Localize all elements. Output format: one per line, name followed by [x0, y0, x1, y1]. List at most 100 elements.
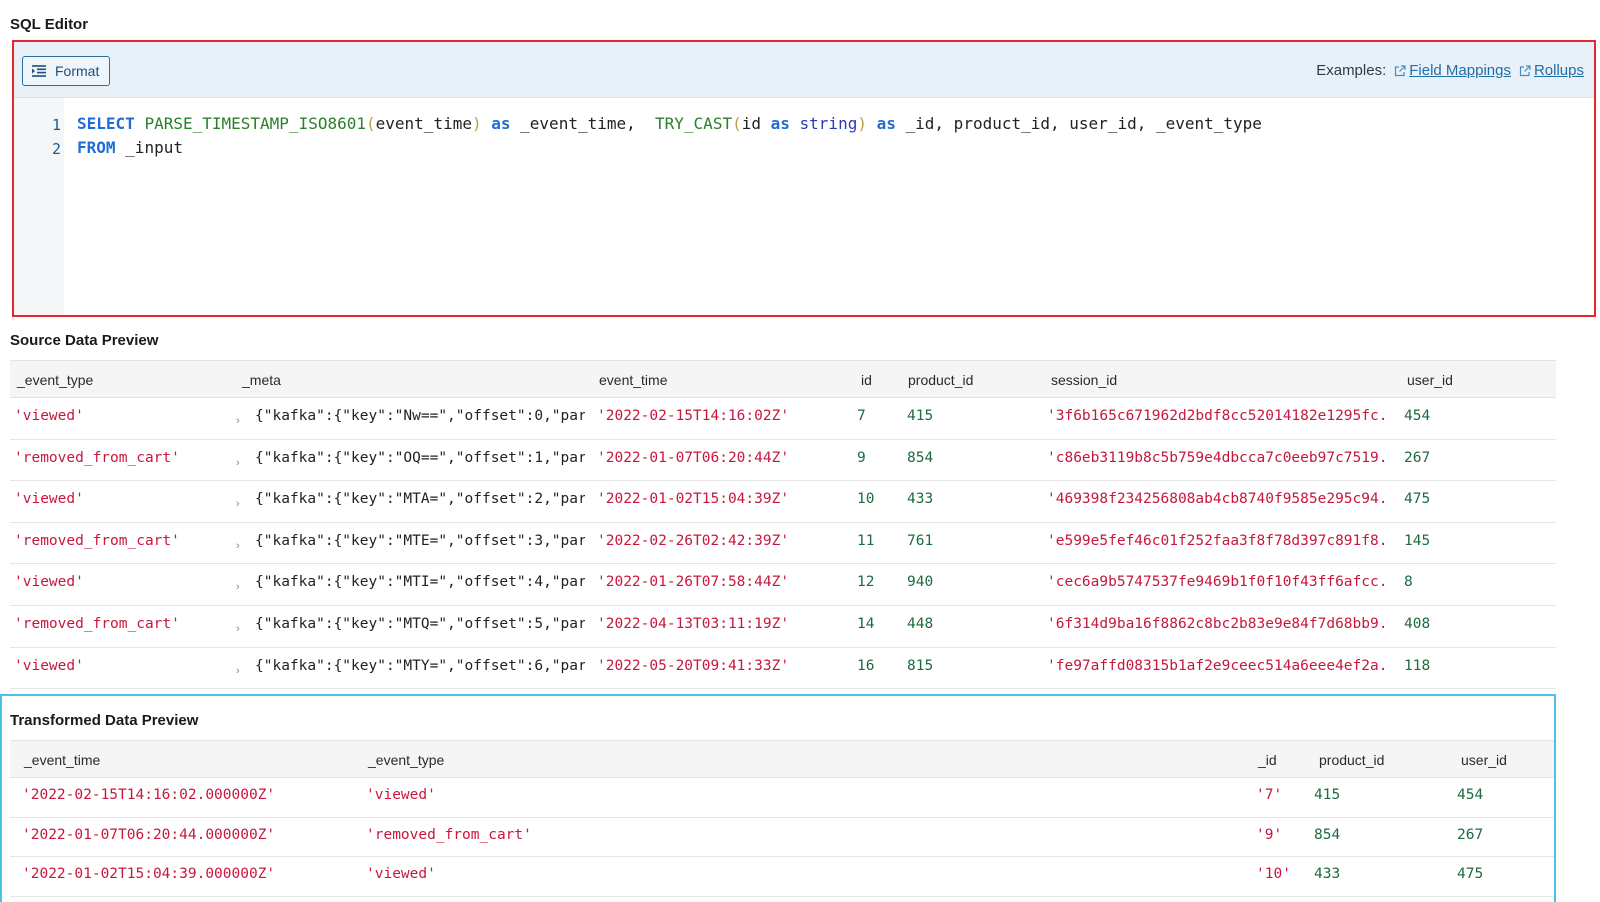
table-cell: 16	[857, 657, 875, 674]
identifier: _event_time,	[520, 114, 656, 133]
rollups-link[interactable]: Rollups	[1519, 62, 1584, 79]
column-header[interactable]: product_id	[1319, 752, 1384, 768]
external-link-icon	[1519, 64, 1531, 76]
column-header[interactable]: _event_type	[17, 372, 93, 388]
table-header: _event_time _event_type _id product_id u…	[10, 740, 1554, 778]
table-cell: 475	[1457, 866, 1484, 882]
table-cell: 454	[1457, 787, 1484, 803]
code-line-2[interactable]: FROM _input	[77, 138, 183, 157]
rollups-label: Rollups	[1533, 62, 1584, 79]
sql-editor-title: SQL Editor	[10, 16, 89, 33]
expand-chevron-icon[interactable]: ›	[236, 623, 240, 635]
transformed-preview-panel: Transformed Data Preview _event_time _ev…	[0, 694, 1556, 902]
table-cell: {"kafka":{"key":"MTQ=","offset":5,"par..…	[255, 616, 585, 632]
table-cell: {"kafka":{"key":"MTY=","offset":6,"par..…	[255, 657, 585, 674]
table-cell: 'fe97affd08315b1af2e9ceec514a6eee4ef2a..…	[1047, 657, 1390, 674]
table-cell: '2022-02-15T14:16:02Z'	[597, 408, 790, 424]
table-row[interactable]: '2022-02-15T14:16:02.000000Z' 'viewed' '7'…	[10, 778, 1554, 818]
column-header[interactable]: _event_type	[368, 752, 444, 768]
expand-chevron-icon[interactable]: ›	[236, 457, 240, 469]
external-link-icon	[1395, 64, 1406, 76]
table-cell: 'removed_from_cart'	[366, 826, 532, 843]
table-cell: 'viewed'	[14, 657, 84, 674]
table-cell: {"kafka":{"key":"MTE=","offset":3,"par..…	[255, 532, 585, 549]
transformed-data-table: _event_time _event_type _id product_id u…	[10, 740, 1554, 902]
column-header[interactable]: _event_time	[24, 752, 100, 768]
table-cell: 415	[1314, 787, 1341, 803]
column-header[interactable]: _id	[1258, 752, 1277, 768]
examples: Examples: Field Mappings Rollups	[1316, 62, 1584, 79]
table-cell: 448	[907, 616, 934, 632]
table-cell: 'removed_from_cart'	[14, 616, 180, 632]
table-cell: '2022-01-07T06:20:44Z'	[597, 449, 790, 466]
table-cell: 854	[1314, 826, 1341, 843]
expand-chevron-icon[interactable]: ›	[236, 665, 240, 677]
paren: (	[732, 114, 742, 133]
table-cell: 854	[907, 449, 934, 466]
format-button[interactable]: Format	[22, 56, 110, 86]
table-cell: 267	[1457, 826, 1484, 843]
table-cell: '2022-01-07T06:20:44.000000Z'	[22, 826, 276, 843]
sql-editor[interactable]: Format Examples: Field Mappings Rollups …	[12, 40, 1596, 317]
table-row[interactable]: 'removed_from_cart' {"kafka":{"key":"OQ==…	[10, 440, 1556, 482]
table-row[interactable]: 'removed_from_cart' {"kafka":{"key":"MTE=…	[10, 523, 1556, 565]
line-number-gutter: 1 2	[14, 98, 64, 315]
table-row[interactable]: 'viewed' {"kafka":{"key":"MTA=","offset":…	[10, 481, 1556, 523]
table-row[interactable]: 'viewed' {"kafka":{"key":"MTI=","offset":…	[10, 564, 1556, 606]
table-cell: 12	[857, 574, 875, 591]
paren: (	[366, 114, 376, 133]
table-cell: '7'	[1256, 787, 1283, 803]
table-cell: 'viewed'	[14, 491, 84, 508]
function-name: PARSE_TIMESTAMP_ISO8601	[144, 114, 366, 133]
transformed-preview-title: Transformed Data Preview	[10, 712, 199, 729]
table-row[interactable]: 'removed_from_cart' {"kafka":{"key":"MTQ=…	[10, 606, 1556, 648]
keyword-as: as	[491, 114, 511, 133]
identifier-list: _id, product_id, user_id, _event_type	[905, 114, 1262, 133]
column-header[interactable]: event_time	[599, 372, 667, 388]
table-row[interactable]: 'viewed' {"kafka":{"key":"Nw==","offset":…	[10, 398, 1556, 440]
line-number: 2	[51, 140, 61, 158]
table-cell: 9	[857, 449, 866, 466]
table-cell: 761	[907, 532, 934, 549]
column-header[interactable]: product_id	[908, 372, 973, 388]
column-header[interactable]: _meta	[242, 372, 281, 388]
table-cell: 433	[1314, 866, 1341, 882]
source-preview-title: Source Data Preview	[10, 332, 159, 349]
line-number: 1	[51, 116, 61, 134]
column-header[interactable]: user_id	[1407, 372, 1453, 388]
table-cell: 940	[907, 574, 934, 591]
expand-chevron-icon[interactable]: ›	[236, 498, 240, 510]
table-cell: {"kafka":{"key":"MTI=","offset":4,"par..…	[255, 574, 585, 591]
table-row[interactable]: '2022-01-07T06:20:44.000000Z' 'removed_fr…	[10, 818, 1554, 857]
expand-chevron-icon[interactable]: ›	[236, 540, 240, 552]
function-name: TRY_CAST	[655, 114, 733, 133]
expand-chevron-icon[interactable]: ›	[236, 581, 240, 593]
table-cell: 408	[1404, 616, 1431, 632]
table-cell: 11	[857, 532, 875, 549]
table-header: _event_type _meta event_time id product_…	[10, 360, 1556, 398]
column-header[interactable]: session_id	[1051, 372, 1117, 388]
table-row[interactable]: 'viewed' {"kafka":{"key":"MTY=","offset":…	[10, 648, 1556, 690]
table-cell: '469398f234256808ab4cb8740f9585e295c94..…	[1047, 491, 1390, 508]
column-header[interactable]: id	[861, 372, 872, 388]
table-cell: 'viewed'	[14, 408, 84, 424]
table-row[interactable]: '2022-01-02T15:04:39.000000Z' 'viewed' '10…	[10, 857, 1554, 897]
field-mappings-link[interactable]: Field Mappings	[1394, 62, 1511, 79]
table-cell: 'viewed'	[14, 574, 84, 591]
table-cell: 10	[857, 491, 875, 508]
table-cell: 267	[1404, 449, 1431, 466]
editor-toolbar: Format Examples: Field Mappings Rollups	[14, 42, 1594, 98]
keyword-from: FROM	[77, 138, 116, 157]
table-cell: 454	[1404, 408, 1431, 424]
paren: )	[471, 114, 482, 133]
table-cell: '2022-02-15T14:16:02.000000Z'	[22, 787, 276, 803]
code-line-1[interactable]: SELECT PARSE_TIMESTAMP_ISO8601(event_tim…	[77, 114, 1262, 133]
table-cell: '2022-01-02T15:04:39Z'	[597, 491, 790, 508]
identifier: event_time	[375, 114, 472, 133]
table-cell: '9'	[1256, 826, 1283, 843]
column-header[interactable]: user_id	[1461, 752, 1507, 768]
identifier: _input	[125, 138, 183, 157]
table-cell: 433	[907, 491, 934, 508]
source-data-table: _event_type _meta event_time id product_…	[10, 360, 1556, 690]
expand-chevron-icon[interactable]: ›	[236, 415, 240, 427]
